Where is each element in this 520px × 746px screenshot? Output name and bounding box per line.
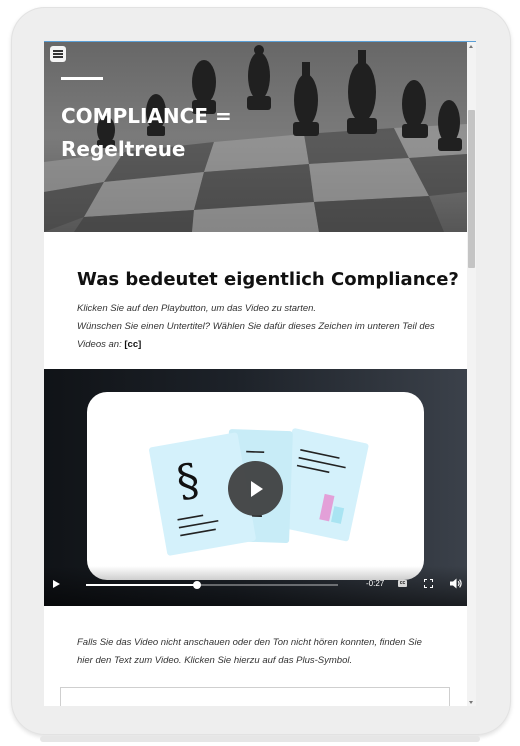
volume-icon[interactable] xyxy=(450,578,462,589)
play-icon xyxy=(251,480,263,497)
hamburger-menu-icon[interactable] xyxy=(50,46,66,62)
play-button[interactable] xyxy=(228,461,283,516)
video-controls: -0:27 cc xyxy=(44,566,467,606)
intro-line-2: Wünschen Sie einen Untertitel? Wählen Si… xyxy=(77,318,447,354)
intro-line-1: Klicken Sie auf den Playbutton, um das V… xyxy=(77,303,317,314)
cc-token: [cc] xyxy=(124,339,142,350)
fullscreen-icon[interactable] xyxy=(424,579,433,588)
video-player[interactable]: § -0:27 cc xyxy=(44,369,467,606)
time-remaining: -0:27 xyxy=(366,579,385,588)
browser-viewport: COMPLIANCE = Regeltreue Was bedeutet eig… xyxy=(44,41,476,706)
hero-title-line2: Regeltreue xyxy=(61,137,186,161)
seek-bar[interactable] xyxy=(86,581,338,589)
vertical-scrollbar[interactable] xyxy=(467,42,476,706)
scroll-thumb[interactable] xyxy=(468,110,475,268)
hero-accent-rule xyxy=(61,77,103,80)
section-heading: Was bedeutet eigentlich Compliance? xyxy=(77,269,459,290)
tablet-shadow xyxy=(40,736,480,742)
intro-text: Klicken Sie auf den Playbutton, um das V… xyxy=(77,300,447,354)
transcript-accordion[interactable] xyxy=(60,687,450,706)
hero-banner: COMPLIANCE = Regeltreue xyxy=(44,42,467,232)
hero-title-line1: COMPLIANCE = xyxy=(61,104,232,128)
hero-title: COMPLIANCE = Regeltreue xyxy=(61,100,261,166)
transcript-hint: Falls Sie das Video nicht anschauen oder… xyxy=(77,637,422,666)
scroll-up-arrow-icon[interactable] xyxy=(469,45,473,48)
seek-bar-progress xyxy=(86,584,197,586)
scroll-down-arrow-icon[interactable] xyxy=(469,701,473,704)
closed-captions-icon[interactable]: cc xyxy=(398,580,407,587)
page-content: COMPLIANCE = Regeltreue Was bedeutet eig… xyxy=(44,42,467,706)
seek-bar-handle[interactable] xyxy=(192,581,201,589)
control-play-icon[interactable] xyxy=(53,580,60,588)
